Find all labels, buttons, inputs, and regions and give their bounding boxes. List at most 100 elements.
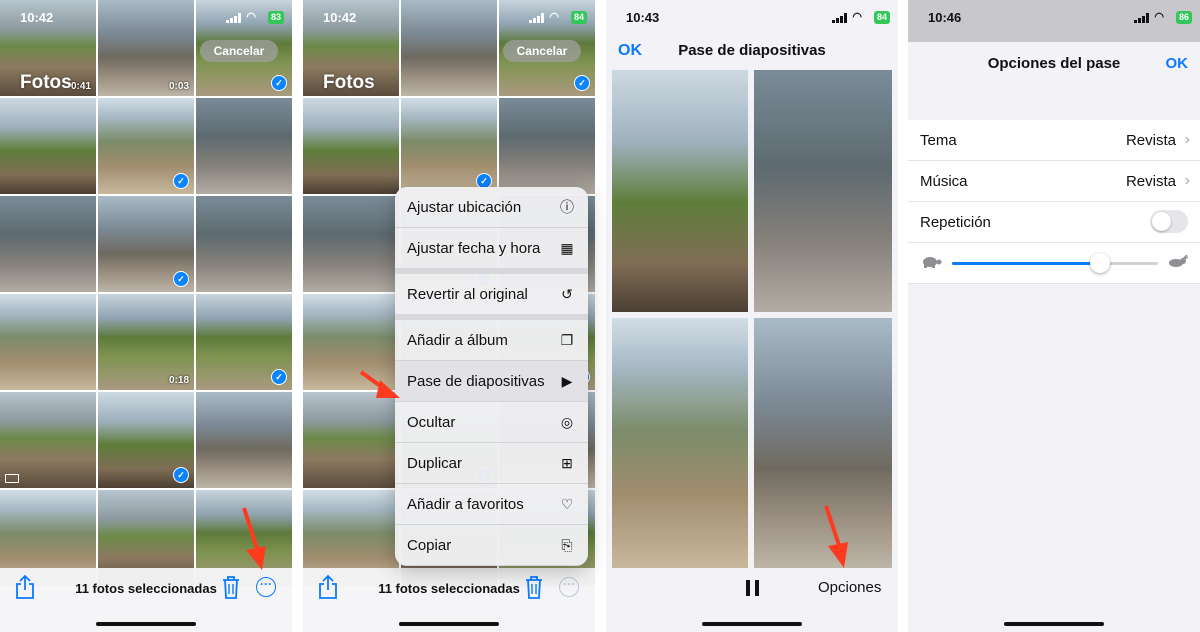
copy-icon: ⎘ — [561, 537, 573, 553]
slideshow-header: 10:43 ◠ 84 Pase de diapositivas OK — [606, 0, 898, 68]
photo-thumbnail[interactable] — [0, 392, 96, 488]
menu-item[interactable]: Pase de diapositivas ▶ — [395, 361, 588, 402]
battery-indicator: 86 — [1175, 11, 1192, 24]
menu-item[interactable]: Ocultar ◎ — [395, 402, 588, 443]
revert-icon: ↺ — [561, 286, 573, 302]
photo-thumbnail[interactable] — [196, 392, 292, 488]
wifi-icon: ◠ — [549, 11, 559, 23]
menu-item[interactable]: Duplicar ⊞ — [395, 443, 588, 484]
home-indicator — [1004, 622, 1104, 626]
home-indicator — [96, 622, 196, 626]
photo-thumbnail[interactable] — [303, 98, 399, 194]
cellular-signal-icon — [226, 13, 242, 23]
selected-check-icon: ✓ — [271, 369, 287, 385]
menu-item[interactable]: Ajustar fecha y hora ▦ — [395, 228, 588, 274]
status-bar: 10:46 ◠ 86 — [908, 10, 1200, 26]
battery-indicator: 83 — [267, 11, 284, 24]
turtle-icon — [923, 257, 942, 268]
trash-icon[interactable] — [523, 574, 545, 600]
speed-row — [908, 243, 1200, 284]
selection-count: 11 fotos seleccionadas — [75, 581, 217, 596]
status-time: 10:42 — [323, 10, 357, 25]
status-time: 10:43 — [626, 10, 660, 25]
menu-item-label: Añadir a álbum — [407, 332, 508, 349]
highlight-arrow-icon — [359, 370, 400, 398]
slideshow-photo — [754, 70, 892, 312]
photo-thumbnail[interactable] — [0, 196, 96, 292]
panorama-icon — [5, 474, 19, 483]
ok-button[interactable]: OK — [1166, 55, 1189, 72]
add-album-icon: ❐ — [560, 332, 574, 348]
menu-item[interactable]: Ajustar ubicación ⓘ — [395, 187, 588, 228]
eye-slash-icon: ◎ — [560, 414, 574, 430]
chevron-right-icon: › — [1184, 131, 1190, 148]
cancel-button[interactable]: Cancelar — [200, 40, 278, 62]
video-duration: 0:03 — [168, 81, 189, 92]
status-time: 10:46 — [928, 10, 962, 25]
photo-thumbnail[interactable] — [196, 196, 292, 292]
menu-item-label: Revertir al original — [407, 286, 528, 303]
photo-thumbnail[interactable] — [499, 98, 595, 194]
photo-thumbnail[interactable] — [303, 196, 399, 292]
music-row[interactable]: Música Revista › — [908, 161, 1200, 202]
slideshow-screen: 10:43 ◠ 84 Pase de diapositivas OK Opcio… — [606, 0, 898, 632]
photo-thumbnail[interactable]: 0:18 — [98, 294, 194, 390]
slideshow-photo — [612, 318, 748, 568]
home-indicator — [702, 622, 802, 626]
menu-item[interactable]: Añadir a favoritos ♡ — [395, 484, 588, 525]
pause-icon[interactable] — [746, 580, 760, 596]
slideshow-options-screen: 10:46 ◠ 86 Opciones del pase OK Tema Rev… — [908, 0, 1200, 632]
menu-item[interactable]: Revertir al original ↺ — [395, 274, 588, 320]
photo-thumbnail[interactable] — [0, 98, 96, 194]
ok-button[interactable]: OK — [618, 42, 642, 60]
photo-thumbnail[interactable]: ✓ — [98, 196, 194, 292]
slideshow-play-icon: ▶ — [561, 373, 573, 389]
repeat-toggle[interactable] — [1150, 210, 1188, 233]
speed-slider-fill — [952, 262, 1101, 265]
highlight-arrow-icon — [824, 505, 848, 568]
more-options-icon[interactable]: ··· — [559, 577, 579, 597]
repeat-label: Repetición — [920, 214, 991, 231]
repeat-row: Repetición — [908, 202, 1200, 243]
menu-item-label: Añadir a favoritos — [407, 496, 524, 513]
cellular-signal-icon — [1134, 13, 1150, 23]
speed-slider[interactable] — [952, 253, 1158, 273]
cancel-button[interactable]: Cancelar — [503, 40, 581, 62]
trash-icon[interactable] — [220, 574, 242, 600]
theme-row[interactable]: Tema Revista › — [908, 120, 1200, 161]
selection-count: 11 fotos seleccionadas — [378, 581, 520, 596]
photo-thumbnail[interactable]: ✓ — [98, 392, 194, 488]
page-title: Fotos — [20, 72, 72, 93]
slideshow-title: Pase de diapositivas — [678, 42, 826, 59]
photo-thumbnail[interactable]: ✓ — [401, 98, 497, 194]
context-menu: Ajustar ubicación ⓘ Ajustar fecha y hora ▦ R… — [395, 187, 588, 566]
menu-item-label: Ajustar ubicación — [407, 199, 522, 216]
sheet-title: Opciones del pase — [987, 55, 1121, 72]
more-options-icon[interactable]: ··· — [256, 577, 276, 597]
cellular-signal-icon — [529, 13, 545, 23]
photo-thumbnail[interactable] — [196, 98, 292, 194]
wifi-icon: ◠ — [1154, 11, 1164, 23]
photo-thumbnail[interactable] — [303, 392, 399, 488]
chevron-right-icon: › — [1184, 172, 1190, 189]
options-button[interactable]: Opciones — [818, 579, 881, 596]
photo-thumbnail[interactable]: ✓ — [196, 294, 292, 390]
selected-check-icon: ✓ — [173, 271, 189, 287]
music-label: Música — [920, 173, 968, 190]
duplicate-icon: ⊞ — [561, 455, 573, 471]
theme-label: Tema — [920, 132, 957, 149]
theme-value: Revista — [1125, 132, 1176, 149]
status-time: 10:42 — [20, 10, 54, 25]
video-duration: 0:18 — [168, 375, 189, 386]
menu-item[interactable]: Copiar ⎘ — [395, 525, 588, 566]
photo-thumbnail[interactable] — [0, 294, 96, 390]
speed-slider-knob[interactable] — [1090, 253, 1111, 273]
menu-item[interactable]: Añadir a álbum ❐ — [395, 320, 588, 361]
calendar-clock-icon: ▦ — [560, 240, 574, 256]
hare-icon — [1169, 255, 1188, 267]
menu-item-label: Pase de diapositivas — [407, 373, 545, 390]
music-value: Revista — [1125, 173, 1176, 190]
cellular-signal-icon — [832, 13, 848, 23]
photo-thumbnail[interactable]: ✓ — [98, 98, 194, 194]
selected-check-icon: ✓ — [173, 467, 189, 483]
